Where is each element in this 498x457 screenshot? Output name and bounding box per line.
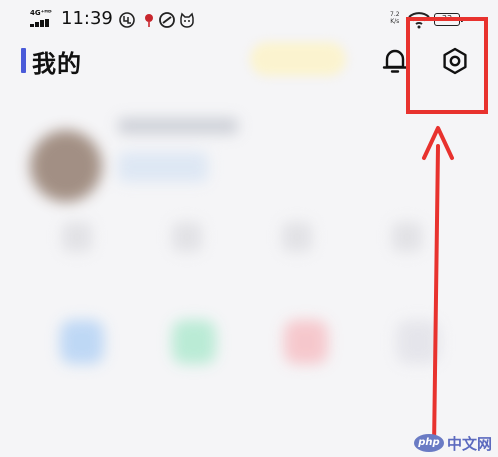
- feature-tile[interactable]: [284, 320, 328, 364]
- watermark-text: 中文网: [446, 434, 492, 453]
- avatar[interactable]: [30, 130, 102, 202]
- location-pin-icon: [140, 11, 158, 29]
- phone-screen: 4G⁺ᴴᴰ 11:39 7.2 K/s 33 我的 php 中文网: [0, 0, 498, 457]
- page-title: 我的: [32, 50, 82, 78]
- stat-item[interactable]: [172, 222, 202, 252]
- feature-tile[interactable]: [60, 320, 104, 364]
- stat-item[interactable]: [62, 222, 92, 252]
- stat-item[interactable]: [392, 222, 422, 252]
- network-speed: 7.2 K/s: [390, 11, 400, 25]
- stat-item[interactable]: [282, 222, 312, 252]
- cat-app-icon: [178, 11, 196, 29]
- member-badge: [118, 152, 208, 182]
- annotation-highlight-box: [406, 17, 488, 114]
- network-type: 4G⁺ᴴᴰ: [30, 9, 52, 17]
- watermark: php 中文网: [413, 433, 492, 453]
- feature-tile[interactable]: [396, 320, 440, 364]
- feature-tile[interactable]: [172, 320, 216, 364]
- php-logo: php: [413, 434, 444, 452]
- blurred-profile-content: [0, 100, 498, 457]
- promo-banner[interactable]: [250, 42, 346, 76]
- signal-icon: 4G⁺ᴴᴰ: [30, 9, 56, 27]
- status-time: 11:39: [61, 8, 113, 29]
- title-accent-bar: [21, 48, 26, 73]
- app-notification-icon: [118, 11, 136, 29]
- username-placeholder: [118, 118, 238, 134]
- sync-icon: [158, 11, 176, 29]
